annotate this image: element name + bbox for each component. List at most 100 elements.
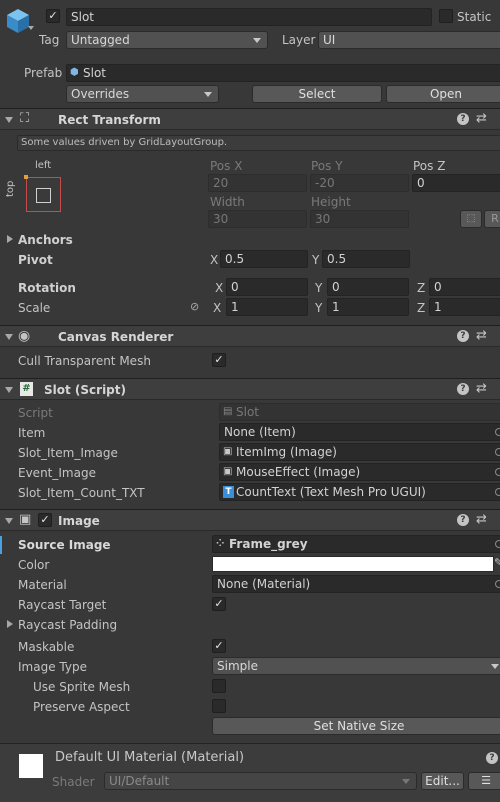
presets-icon[interactable]: ⇄ [476,112,487,126]
image-header[interactable]: ▣ ✓ Image ? ⇄ ⋮ [0,509,500,531]
image-type-dropdown[interactable]: Simple [212,657,500,675]
script-field: ▤ Slot [219,403,500,421]
help-icon[interactable]: ? [457,514,469,526]
source-image-label: Source Image [18,538,111,552]
foldout-arrow-icon[interactable] [5,387,13,393]
slot-script-header[interactable]: # Slot (Script) ? ⇄ ⋮ [0,378,500,400]
anchors-label[interactable]: Anchors [18,232,73,248]
foldout-arrow-icon[interactable] [7,235,13,243]
static-label: Static [457,10,492,24]
rot-z-input[interactable]: 0 [429,278,500,296]
image-enabled-checkbox[interactable]: ✓ [38,513,52,527]
canvas-renderer-header[interactable]: ◉ Canvas Renderer ? ⇄ ⋮ [0,325,500,347]
raycast-target-checkbox[interactable]: ✓ [212,597,226,611]
object-name-input[interactable]: Slot [66,8,432,26]
shader-dropdown[interactable]: UI/Default [104,772,417,790]
help-icon[interactable]: ? [486,752,498,764]
layer-dropdown[interactable]: UI [318,31,500,49]
event-image-field[interactable]: ▣ MouseEffect (Image) [219,463,500,481]
slot-item-image-value: ItemImg (Image) [236,445,337,459]
anchor-presets-button[interactable] [24,175,61,212]
pos-z-input[interactable]: 0 [412,174,500,192]
foldout-arrow-icon[interactable] [5,117,13,123]
image-component-icon: ▣ [223,446,233,457]
preserve-aspect-checkbox[interactable] [212,699,226,713]
pos-x-input: 20 [208,174,307,192]
open-button[interactable]: Open [386,85,500,103]
raycast-padding-label[interactable]: Raycast Padding [18,617,117,633]
scale-z-axis-label[interactable]: Z [417,300,425,316]
rect-transform-header[interactable]: ⛶ Rect Transform ? ⇄ ⋮ [0,108,500,130]
rot-y-axis-label[interactable]: Y [315,280,322,296]
active-checkbox[interactable]: ✓ [46,9,60,23]
object-picker-icon[interactable] [495,580,500,588]
foldout-arrow-icon[interactable] [5,518,13,524]
pivot-x-input[interactable]: 0.5 [220,250,308,268]
foldout-arrow-icon[interactable] [7,620,13,628]
item-field[interactable]: None (Item) [219,423,500,441]
canvas-renderer-title: Canvas Renderer [58,330,174,344]
more-icon[interactable]: ⋮ [494,382,500,396]
cull-checkbox[interactable]: ✓ [212,353,226,367]
source-image-field[interactable]: ⁘ Frame_grey [212,535,500,553]
maskable-checkbox[interactable]: ✓ [212,639,226,653]
object-picker-icon[interactable] [495,468,500,476]
rot-x-input[interactable]: 0 [226,278,308,296]
scale-y-input[interactable]: 1 [327,298,409,316]
object-picker-icon[interactable] [495,448,500,456]
tag-dropdown[interactable]: Untagged [66,31,268,49]
select-button[interactable]: Select [252,85,382,103]
image-component-icon: ▣ [223,466,233,477]
eyedropper-icon[interactable]: ✎ [494,556,500,570]
presets-icon[interactable]: ⇄ [476,513,487,527]
link-scale-icon[interactable]: ⊘ [190,300,199,314]
help-icon[interactable]: ? [457,113,469,125]
scale-x-axis-label[interactable]: X [213,300,221,316]
use-sprite-mesh-checkbox[interactable] [212,679,226,693]
prefab-field[interactable]: ⬢ Slot [66,64,500,82]
foldout-arrow-icon[interactable] [5,334,13,340]
edit-shader-button[interactable]: Edit... [421,772,464,790]
help-icon[interactable]: ? [457,330,469,342]
pos-x-label: Pos X [210,159,243,173]
set-native-size-button[interactable]: Set Native Size [212,717,500,735]
more-icon[interactable]: ⋮ [494,112,500,126]
event-image-label: Event_Image [18,466,96,480]
pivot-y-axis-label[interactable]: Y [312,252,319,268]
rot-y-input[interactable]: 0 [327,278,409,296]
object-picker-icon[interactable] [495,540,500,548]
chevron-down-icon[interactable] [28,26,34,30]
preserve-aspect-label: Preserve Aspect [33,700,130,714]
presets-icon[interactable]: ⇄ [476,329,487,343]
count-txt-field[interactable]: T CountText (Text Mesh Pro UGUI) [219,483,500,501]
pivot-x-axis-label[interactable]: X [210,252,218,268]
script-icon: # [20,382,33,396]
object-picker-icon[interactable] [495,488,500,496]
image-type-value: Simple [217,659,258,673]
list-icon[interactable]: ☰ [468,772,500,790]
more-icon[interactable]: ⋮ [494,513,500,527]
presets-icon[interactable]: ⇄ [476,382,487,396]
more-icon[interactable]: ⋮ [494,329,500,343]
color-swatch[interactable] [212,556,494,572]
raw-edit-button[interactable]: R [484,210,500,228]
blueprint-mode-button[interactable]: ⬚ [460,210,482,228]
material-field[interactable]: None (Material) [212,575,500,593]
image-component-icon: ▣ [19,512,32,527]
slot-item-image-field[interactable]: ▣ ItemImg (Image) [219,443,500,461]
material-preview-swatch [19,754,43,778]
rect-transform-title: Rect Transform [58,113,161,127]
object-picker-icon[interactable] [495,428,500,436]
eye-icon: ◉ [18,328,31,344]
script-value: Slot [236,405,259,419]
rot-z-axis-label[interactable]: Z [417,280,425,296]
static-checkbox[interactable] [439,9,453,23]
scale-y-axis-label[interactable]: Y [315,300,322,316]
scale-z-input[interactable]: 1 [429,298,500,316]
scale-x-input[interactable]: 1 [226,298,308,316]
pivot-y-input[interactable]: 0.5 [322,250,410,268]
overrides-dropdown[interactable]: Overrides [66,85,219,103]
color-label: Color [18,558,50,572]
rot-x-axis-label[interactable]: X [215,280,223,296]
help-icon[interactable]: ? [457,383,469,395]
